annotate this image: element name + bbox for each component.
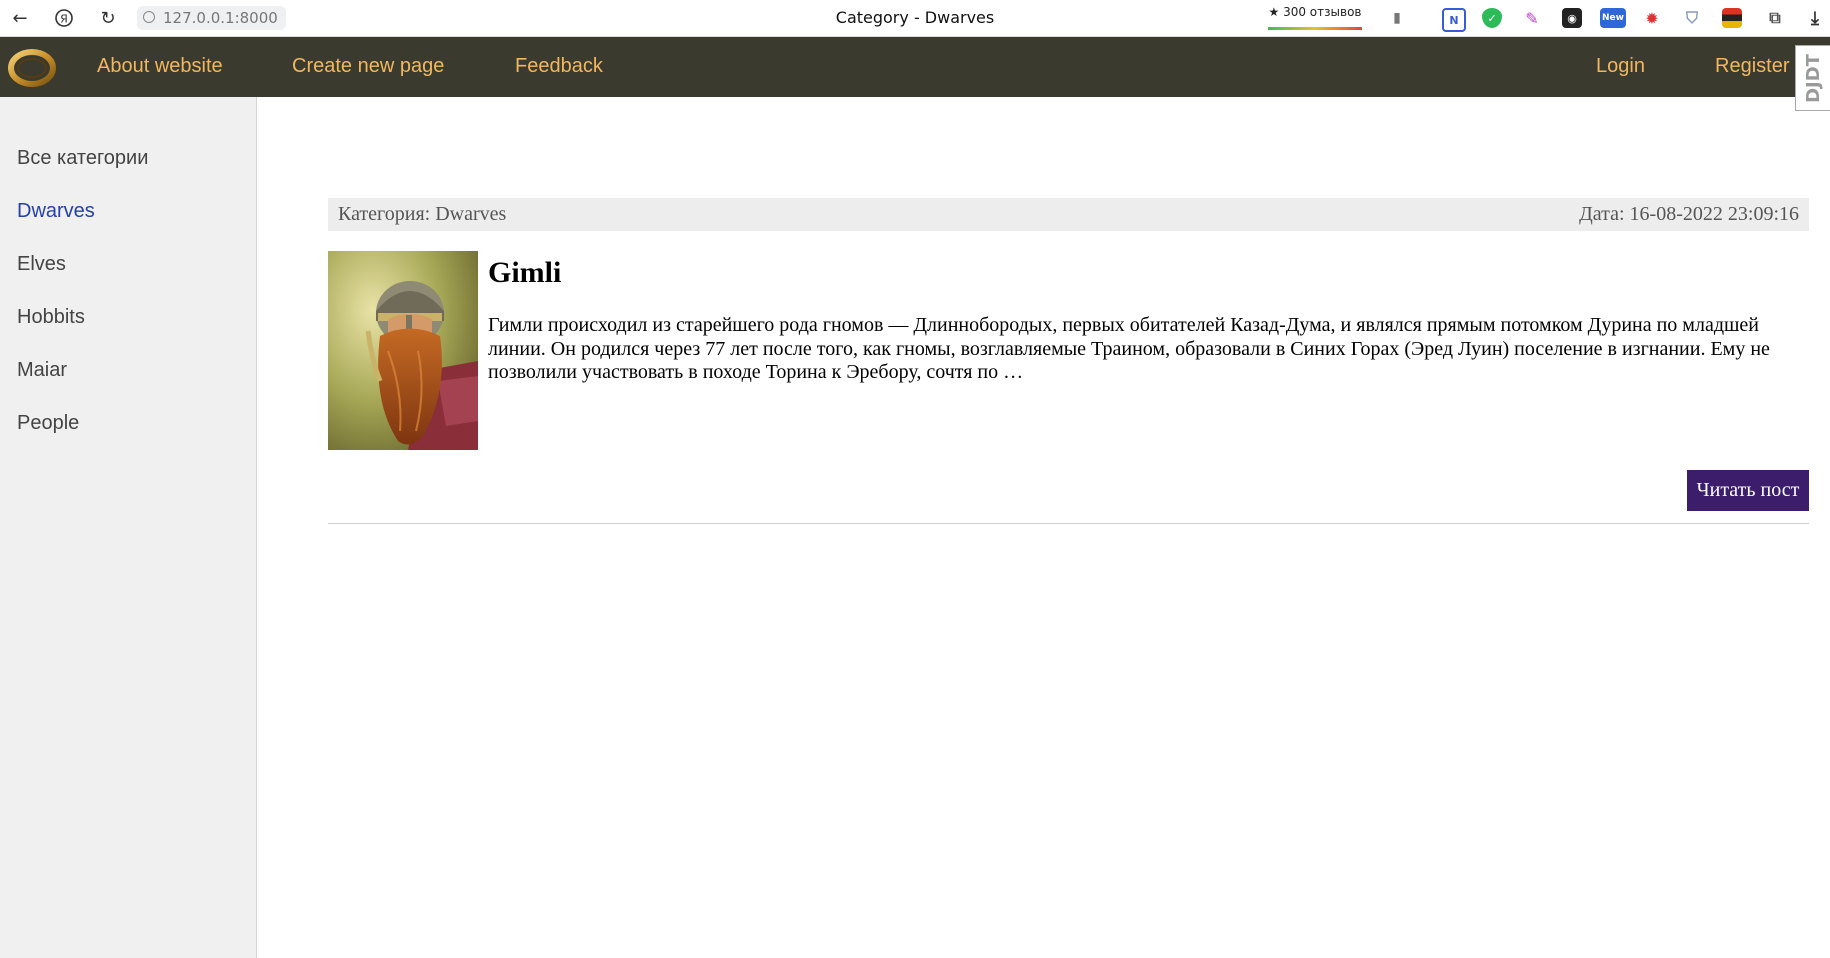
site-header: About website Create new page Feedback L… <box>0 37 1830 97</box>
djdt-label: DJDT <box>1802 53 1824 103</box>
bug-extension-icon[interactable]: ✹ <box>1642 8 1662 28</box>
sidebar-item-dwarves[interactable]: Dwarves <box>17 200 95 223</box>
nav-about-link[interactable]: About website <box>97 55 223 78</box>
feather-extension-icon[interactable]: ✎ <box>1522 8 1542 28</box>
globe-icon <box>143 11 155 23</box>
post-divider <box>328 523 1809 524</box>
read-post-button[interactable]: Читать пост <box>1687 470 1809 511</box>
privacy-extension-icon[interactable]: ⛉ <box>1682 8 1702 28</box>
nav-login-link[interactable]: Login <box>1596 55 1645 78</box>
post-category: Категория: Dwarves <box>338 203 507 225</box>
svg-text:Я: Я <box>60 13 68 26</box>
notion-extension-icon[interactable]: N <box>1442 8 1466 32</box>
nav-create-page-link[interactable]: Create new page <box>292 55 444 78</box>
sidebar-item-all-categories[interactable]: Все категории <box>17 147 148 170</box>
nav-register-link[interactable]: Register <box>1715 55 1789 78</box>
sidebar-item-hobbits[interactable]: Hobbits <box>17 306 85 329</box>
download-icon[interactable]: ⤓ <box>1805 8 1825 29</box>
sidebar-item-maiar[interactable]: Maiar <box>17 359 67 382</box>
reviews-badge[interactable]: ★ 300 отзывов <box>1268 5 1362 30</box>
post-date: Дата: 16-08-2022 23:09:16 <box>1579 203 1799 225</box>
django-debug-toolbar-handle[interactable]: DJDT <box>1795 45 1830 111</box>
extensions-icon[interactable]: ⧉ <box>1765 8 1785 28</box>
browser-toolbar: ← Я ↻ 127.0.0.1:8000 Category - Dwarves … <box>0 0 1830 37</box>
back-arrow-icon[interactable]: ← <box>8 6 32 30</box>
address-bar[interactable]: 127.0.0.1:8000 <box>137 6 286 30</box>
category-sidebar: Все категории Dwarves Elves Hobbits Maia… <box>0 97 257 958</box>
nav-feedback-link[interactable]: Feedback <box>515 55 603 78</box>
bookmark-icon[interactable]: ▮ <box>1385 6 1409 30</box>
post-meta-bar: Категория: Dwarves Дата: 16-08-2022 23:0… <box>328 198 1809 231</box>
url-text: 127.0.0.1:8000 <box>163 9 278 27</box>
sidebar-item-people[interactable]: People <box>17 412 79 435</box>
ring-logo-icon[interactable] <box>8 45 56 89</box>
post-title[interactable]: Gimli <box>488 256 561 290</box>
new-extension-icon[interactable]: New <box>1600 8 1626 28</box>
reload-icon[interactable]: ↻ <box>96 6 120 30</box>
post-thumbnail-image <box>328 251 478 450</box>
game-extension-icon[interactable]: ◉ <box>1562 8 1582 28</box>
sidebar-item-elves[interactable]: Elves <box>17 253 66 276</box>
post-excerpt: Гимли происходил из старейшего рода гном… <box>488 314 1770 383</box>
flag-extension-icon[interactable] <box>1722 8 1742 28</box>
yandex-icon[interactable]: Я <box>52 6 76 30</box>
shield-extension-icon[interactable]: ✓ <box>1482 8 1502 28</box>
